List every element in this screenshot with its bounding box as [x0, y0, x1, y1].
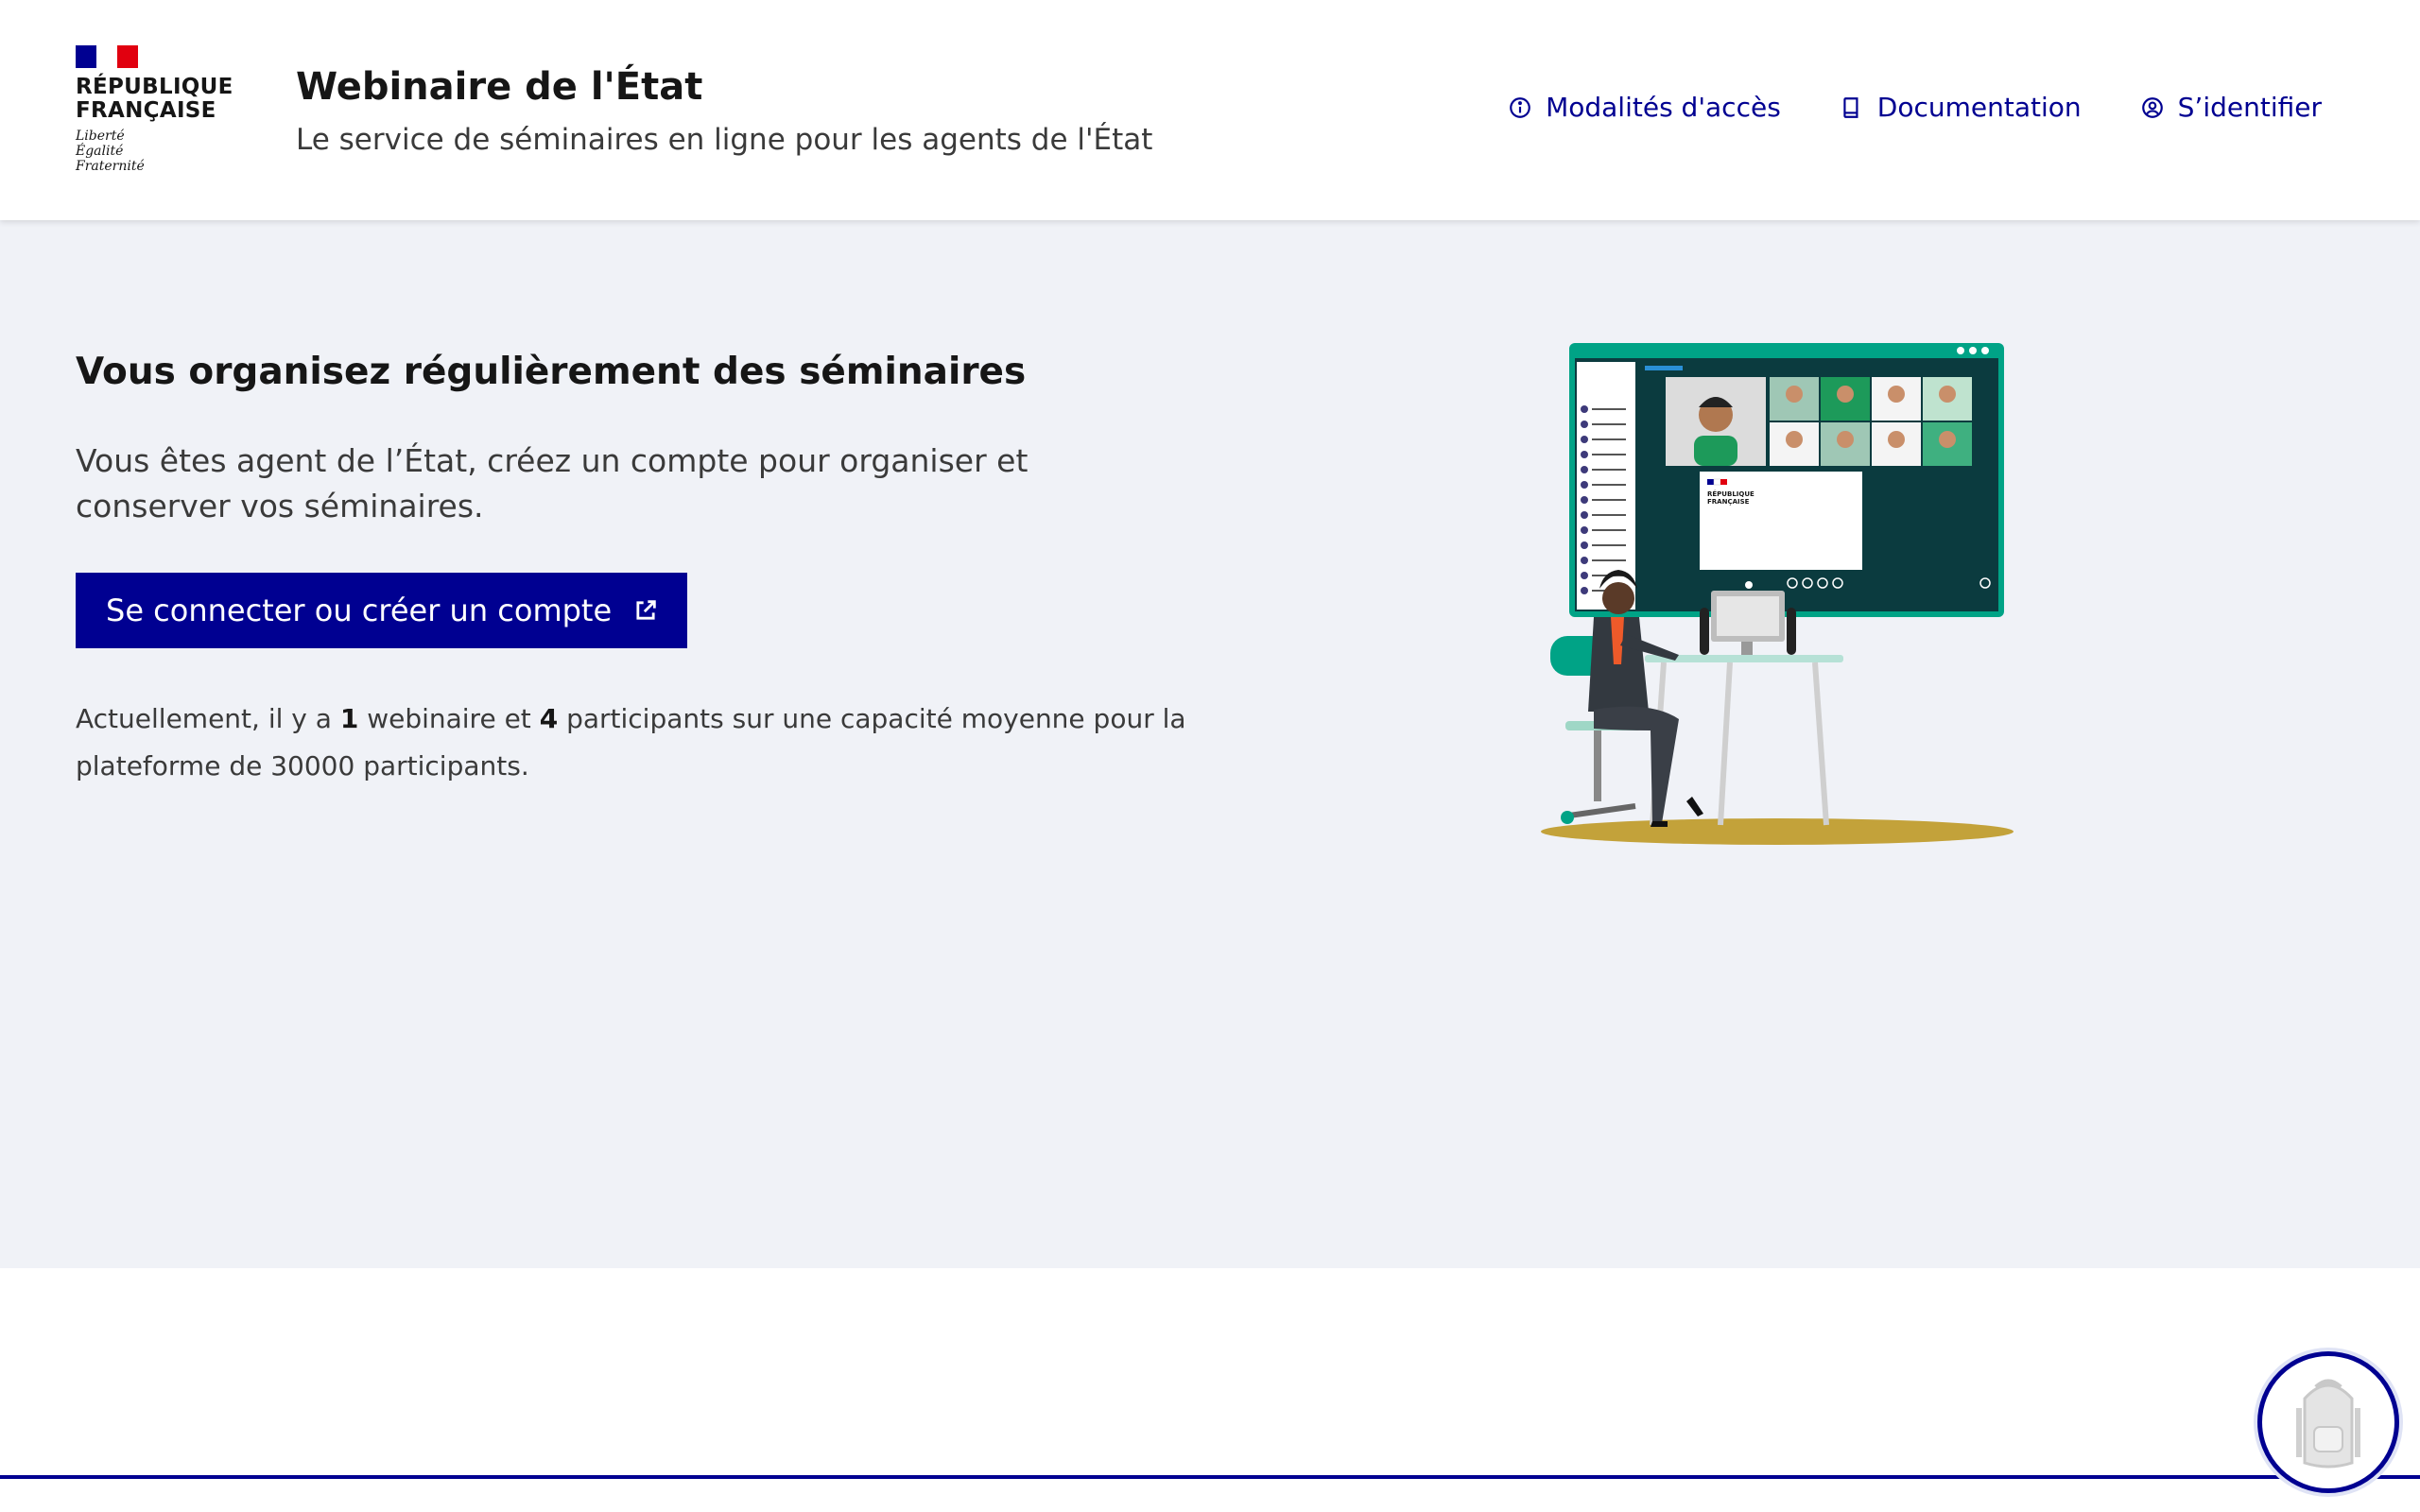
stats-mid: webinaire et: [358, 703, 540, 734]
header: RÉPUBLIQUE FRANÇAISE Liberté Égalité Fra…: [0, 0, 2420, 220]
login-button-label: Se connecter ou créer un compte: [106, 593, 613, 628]
documentation-link[interactable]: Documentation: [1840, 91, 2082, 125]
participant-count: 4: [539, 703, 559, 734]
screen-logo-line-1: RÉPUBLIQUE: [1707, 490, 1754, 498]
accessibility-assistant-button[interactable]: [2257, 1351, 2399, 1493]
republique-francaise-logo[interactable]: RÉPUBLIQUE FRANÇAISE Liberté Égalité Fra…: [76, 45, 233, 174]
modalites-acces-label: Modalités d'accès: [1546, 92, 1781, 123]
modalites-acces-link[interactable]: Modalités d'accès: [1508, 91, 1781, 125]
footer-top-border: [0, 1475, 2420, 1479]
logo-line-1: RÉPUBLIQUE: [76, 75, 233, 99]
backpack-icon: [2296, 1379, 2360, 1469]
logo-motto: Liberté Égalité Fraternité: [76, 129, 227, 174]
webinar-count: 1: [339, 703, 359, 734]
user-icon: [2141, 97, 2163, 118]
marianne-flag-icon: [76, 45, 138, 68]
platform-stats: Actuellement, il y a 1 webinaire et 4 pa…: [76, 696, 1191, 790]
header-tools-nav: Modalités d'accès Documentation S’identi…: [1508, 91, 2322, 125]
login-create-account-button[interactable]: Se connecter ou créer un compte: [76, 573, 688, 648]
main-content: Vous organisez régulièrement des séminai…: [0, 220, 2420, 1268]
screen-logo-line-2: FRANÇAISE: [1707, 498, 1750, 506]
external-link-icon: [636, 600, 656, 620]
book-icon: [1843, 97, 1858, 118]
stats-prefix: Actuellement, il y a: [76, 703, 340, 734]
sidentifier-link[interactable]: S’identifier: [2140, 91, 2322, 125]
hero-title: Vous organisez régulièrement des séminai…: [76, 351, 1027, 393]
webinar-illustration: RÉPUBLIQUE FRANÇAISE: [1541, 343, 2014, 845]
logo-line-2: FRANÇAISE: [76, 98, 216, 123]
service-title[interactable]: Webinaire de l'État: [296, 62, 1152, 112]
hero-section: Vous organisez régulièrement des séminai…: [76, 348, 1191, 790]
service-block: Webinaire de l'État Le service de sémina…: [296, 62, 1152, 159]
info-icon: [1510, 97, 1530, 118]
sidentifier-label: S’identifier: [2177, 92, 2322, 123]
service-tagline: Le service de séminaires en ligne pour l…: [296, 123, 1153, 157]
documentation-label: Documentation: [1876, 92, 2082, 123]
hero-text: Vous êtes agent de l’État, créez un comp…: [76, 442, 1028, 524]
motto-liberte: Liberté: [76, 129, 125, 144]
logo-text: RÉPUBLIQUE FRANÇAISE: [76, 75, 233, 123]
motto-egalite: Égalité: [76, 144, 124, 159]
motto-fraternite: Fraternité: [76, 159, 145, 174]
